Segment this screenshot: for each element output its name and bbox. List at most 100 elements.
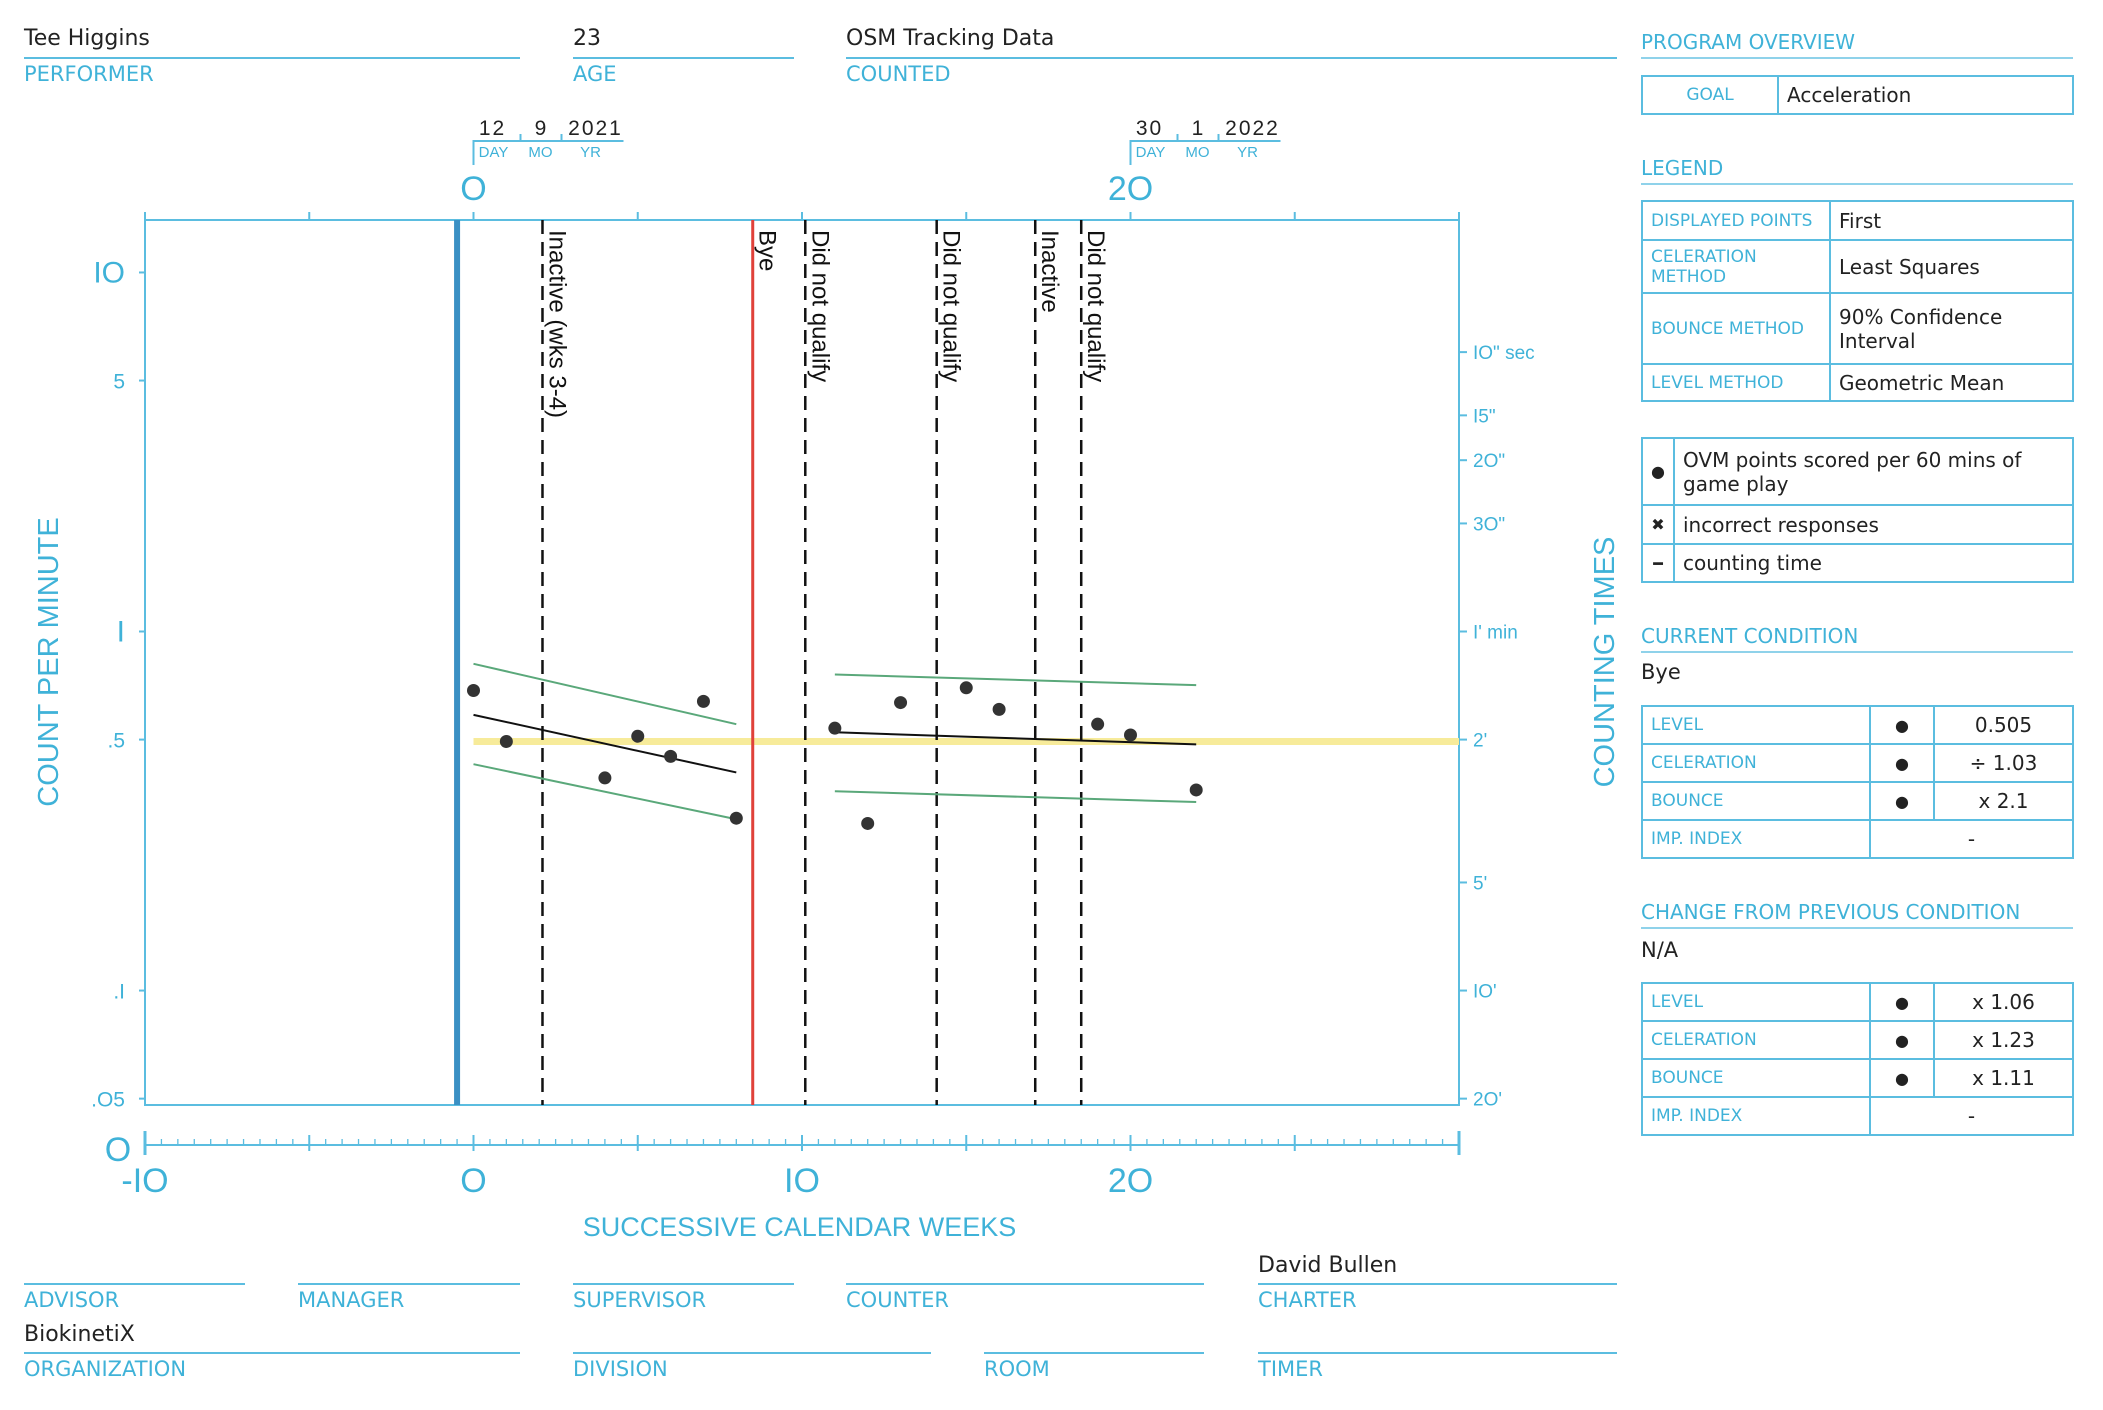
legend-value: 90% Confidence Interval	[1829, 292, 2074, 365]
dot-icon: ●	[1869, 705, 1935, 745]
y2-tick-label: 5'	[1473, 873, 1487, 894]
y2-tick-label: I5"	[1473, 406, 1496, 427]
goal-label: GOAL	[1641, 75, 1779, 115]
y2-axis-title: COUNTING TIMES	[1589, 537, 1621, 788]
current-condition-title: CURRENT CONDITION	[1641, 624, 2073, 653]
y-axis-title: COUNT PER MINUTE	[33, 517, 65, 806]
phase-change-label: Did not qualify	[938, 230, 965, 382]
legend-row: BOUNCE METHOD 90% Confidence Interval	[1641, 292, 2074, 365]
stat-key: CELERATION	[1641, 743, 1871, 783]
date-year-label: YR	[1237, 144, 1258, 161]
stat-row: BOUNCE ● x 2.1	[1641, 781, 2074, 821]
dot-icon: ●	[1869, 781, 1935, 821]
symbol-legend-table: ● OVM points scored per 60 mins of game p…	[1641, 437, 2074, 583]
y-tick-label: .O5	[91, 1089, 125, 1112]
date-year-label: YR	[580, 144, 601, 161]
legend-value: Least Squares	[1829, 239, 2074, 294]
plot-frame	[144, 219, 1460, 1106]
dot-icon: ●	[1869, 1058, 1935, 1098]
dot-icon: ●	[1869, 743, 1935, 783]
dot-icon: ●	[1869, 982, 1935, 1022]
date-year: 2021	[568, 117, 623, 140]
symbol-row: ● OVM points scored per 60 mins of game p…	[1641, 437, 2074, 506]
legend-title: LEGEND	[1641, 156, 2073, 185]
stat-row: LEVEL ● 0.505	[1641, 705, 2074, 745]
stat-key: CELERATION	[1641, 1020, 1871, 1060]
y2-tick-label: IO'	[1473, 982, 1497, 1003]
stat-key: BOUNCE	[1641, 781, 1871, 821]
stat-value: -	[1869, 1096, 2074, 1136]
data-point	[499, 734, 513, 748]
symbol-description: counting time	[1673, 543, 2074, 583]
stat-value: 0.505	[1933, 705, 2074, 745]
data-point	[598, 771, 612, 785]
program-overview-title: PROGRAM OVERVIEW	[1641, 30, 2073, 59]
goal-table: GOAL Acceleration	[1641, 75, 2074, 115]
x-tick-label: O	[460, 1162, 486, 1200]
date-day-label: DAY	[1136, 144, 1166, 161]
symbol-description: OVM points scored per 60 mins of game pl…	[1673, 437, 2074, 506]
legend-row: LEVEL METHOD Geometric Mean	[1641, 363, 2074, 402]
goal-value: Acceleration	[1777, 75, 2074, 115]
date-year: 2022	[1225, 117, 1280, 140]
data-point	[631, 729, 645, 743]
y2-tick-label: 3O"	[1473, 514, 1505, 535]
y-tick-label: 5	[113, 371, 125, 394]
data-point	[959, 681, 973, 695]
legend-key: CELERATION METHOD	[1641, 239, 1831, 294]
legend-row: CELERATION METHOD Least Squares	[1641, 239, 2074, 294]
stat-key: BOUNCE	[1641, 1058, 1871, 1098]
data-point	[696, 694, 710, 708]
date-month: 9	[535, 117, 547, 140]
legend-value: Geometric Mean	[1829, 363, 2074, 402]
y2-tick-label: I' min	[1473, 623, 1518, 644]
date-month: 1	[1192, 117, 1204, 140]
x-axis-title: SUCCESSIVE CALENDAR WEEKS	[583, 1212, 1017, 1242]
stat-key: IMP. INDEX	[1641, 819, 1871, 859]
symbol-row: ━ counting time	[1641, 543, 2074, 583]
data-point	[1091, 717, 1105, 731]
stat-row: IMP. INDEX -	[1641, 1096, 2074, 1136]
y-tick-label: IO	[93, 256, 125, 289]
data-point	[664, 749, 678, 763]
date-day: 12	[479, 117, 506, 140]
top-tick-label: O	[460, 170, 486, 208]
x-tick-label: -IO	[121, 1162, 168, 1200]
change-condition-name: N/A	[1641, 938, 1679, 962]
x-tick-label: IO	[784, 1162, 820, 1200]
cross-icon: ✖	[1641, 504, 1675, 545]
stat-row: CELERATION ● ÷ 1.03	[1641, 743, 2074, 783]
data-point	[894, 696, 908, 710]
stat-value: ÷ 1.03	[1933, 743, 2074, 783]
y-tick-label: .5	[107, 730, 125, 753]
stat-row: LEVEL ● x 1.06	[1641, 982, 2074, 1022]
top-tick-label: 2O	[1108, 170, 1153, 208]
data-point	[729, 811, 743, 825]
data-point	[992, 702, 1006, 716]
legend-table: DISPLAYED POINTS First CELERATION METHOD Le…	[1641, 200, 2074, 402]
phase-change-label: Inactive (wks 3-4)	[543, 230, 570, 418]
legend-key: BOUNCE METHOD	[1641, 292, 1831, 365]
date-day: 30	[1136, 117, 1163, 140]
stat-value: x 1.23	[1933, 1020, 2074, 1060]
legend-row: DISPLAYED POINTS First	[1641, 200, 2074, 241]
stat-value: -	[1869, 819, 2074, 859]
y2-tick-label: 2'	[1473, 731, 1487, 752]
dot-icon: ●	[1869, 1020, 1935, 1060]
data-point	[1189, 783, 1203, 797]
change-condition-table: LEVEL ● x 1.06 CELERATION ● x 1.23 BOUNCE ● x 1.…	[1641, 982, 2074, 1136]
stat-value: x 1.11	[1933, 1058, 2074, 1098]
stat-row: CELERATION ● x 1.23	[1641, 1020, 2074, 1060]
x-tick-label: 2O	[1108, 1162, 1153, 1200]
stat-key: IMP. INDEX	[1641, 1096, 1871, 1136]
y2-tick-label: 2O"	[1473, 451, 1505, 472]
stat-row: BOUNCE ● x 1.11	[1641, 1058, 2074, 1098]
symbol-description: incorrect responses	[1673, 504, 2074, 545]
data-point	[1124, 728, 1137, 742]
bounce-upper-line	[473, 662, 737, 726]
date-month-label: MO	[1185, 144, 1209, 161]
phase-change-label: Did not qualify	[1082, 230, 1109, 382]
y-tick-label: .I	[113, 981, 125, 1004]
data-point	[861, 816, 875, 830]
y2-tick-label: IO" sec	[1473, 343, 1535, 364]
